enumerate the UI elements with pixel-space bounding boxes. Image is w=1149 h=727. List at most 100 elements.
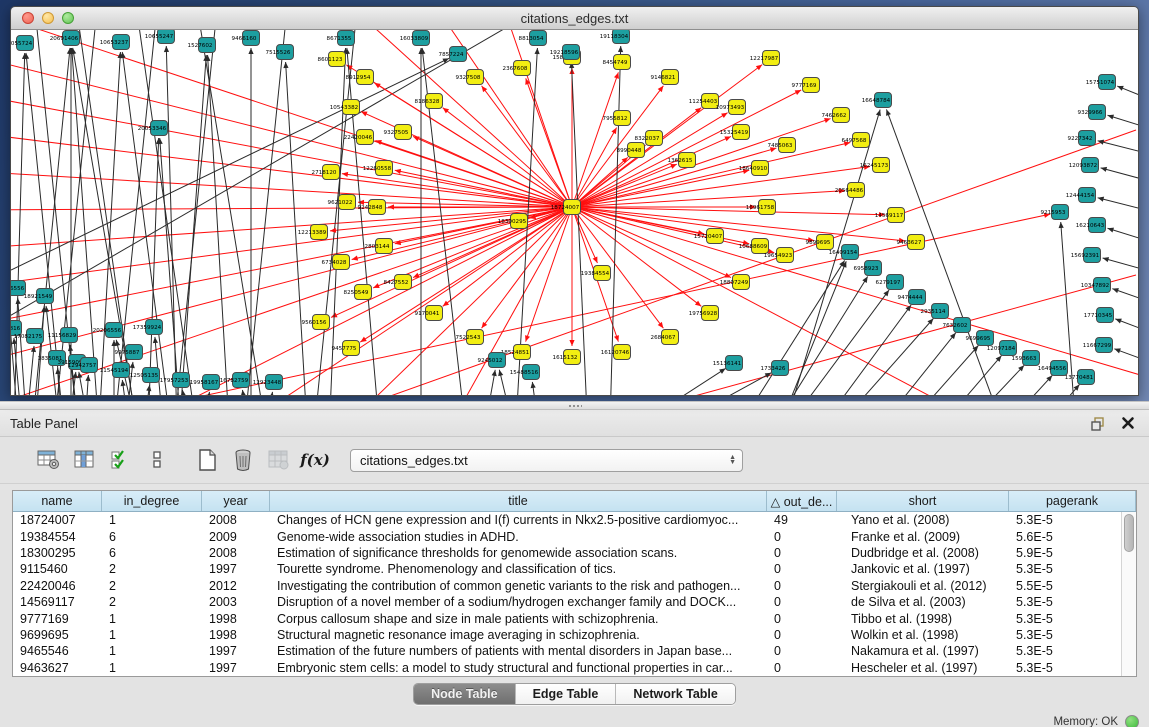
table-cell: Yano et al. (2008) <box>837 513 1009 527</box>
svg-text:10653237: 10653237 <box>100 40 129 46</box>
table-row[interactable]: 1456911722003Disruption of a novel membe… <box>13 594 1121 610</box>
svg-text:9699695: 9699695 <box>966 336 991 342</box>
svg-text:9975887: 9975887 <box>115 350 140 356</box>
table-cell: 1 <box>102 513 202 527</box>
svg-text:7955812: 7955812 <box>603 116 628 122</box>
svg-text:9242848: 9242848 <box>358 205 383 211</box>
table-row[interactable]: 969969511998Structural magnetic resonanc… <box>13 627 1121 643</box>
scrollbar-thumb[interactable] <box>1124 514 1134 552</box>
svg-text:12942757: 12942757 <box>68 363 97 369</box>
network-view-window[interactable]: citations_edges.txt 18724007169617581864… <box>10 6 1139 396</box>
table-row[interactable]: 946362711997Embryonic stem cells: a mode… <box>13 660 1121 676</box>
table-row[interactable]: 2242004622012Investigating the contribut… <box>13 578 1121 594</box>
column-header-pagerank[interactable]: pagerank <box>1009 491 1136 511</box>
divider-grip-icon <box>568 404 582 409</box>
svg-text:2803144: 2803144 <box>365 244 390 250</box>
svg-text:9457775: 9457775 <box>332 346 357 352</box>
zoom-window-icon[interactable] <box>62 12 74 24</box>
column-header-short[interactable]: short <box>837 491 1009 511</box>
svg-text:9466160: 9466160 <box>232 36 257 42</box>
new-table-icon[interactable] <box>192 446 222 474</box>
close-window-icon[interactable] <box>22 12 34 24</box>
table-cell: 2008 <box>202 546 270 560</box>
table-cell: 22420046 <box>13 579 102 593</box>
table-cell: 5.3E-5 <box>1009 612 1121 626</box>
table-cell: 9777169 <box>13 612 102 626</box>
table-rows: 1872400712008Changes of HCN gene express… <box>13 512 1121 676</box>
network-canvas[interactable]: 1872400716961758186409101532541911254403… <box>11 30 1138 396</box>
table-cell: Dudbridge et al. (2008) <box>837 546 1009 560</box>
table-scrollbar[interactable] <box>1121 512 1136 676</box>
svg-text:10655247: 10655247 <box>145 34 174 40</box>
svg-text:9329966: 9329966 <box>1078 110 1103 116</box>
float-panel-icon[interactable] <box>1087 414 1109 432</box>
table-row[interactable]: 911546021997Tourette syndrome. Phenomeno… <box>13 561 1121 577</box>
svg-text:2718120: 2718120 <box>312 170 337 176</box>
table-cell: 6 <box>102 546 202 560</box>
table-row[interactable]: 1830029562008Estimation of significance … <box>13 545 1121 561</box>
dropdown-stepper-icon: ▲▼ <box>723 455 736 465</box>
column-header-name[interactable]: name <box>13 491 102 511</box>
rows-icon[interactable] <box>142 446 172 474</box>
column-header-title[interactable]: title <box>270 491 767 511</box>
table-cell: 1 <box>102 628 202 642</box>
tab-node-table[interactable]: Node Table <box>414 684 515 704</box>
table-cell: 1997 <box>202 562 270 576</box>
table-row[interactable]: 1872400712008Changes of HCN gene express… <box>13 512 1121 528</box>
network-select-dropdown[interactable]: citations_edges.txt ▲▼ <box>350 449 743 472</box>
close-panel-icon[interactable] <box>1117 414 1139 432</box>
table-cell: Embryonic stem cells: a model to study s… <box>270 661 767 675</box>
table-cell: Changes of HCN gene expression and I(f) … <box>270 513 767 527</box>
svg-text:10688609: 10688609 <box>739 244 768 250</box>
table-row[interactable]: 1938455462009Genome-wide association stu… <box>13 528 1121 544</box>
svg-text:20691406: 20691406 <box>50 36 79 42</box>
svg-text:17957253: 17957253 <box>160 378 189 384</box>
column-header-out_de[interactable]: △ out_de... <box>767 491 837 511</box>
minimize-window-icon[interactable] <box>42 12 54 24</box>
svg-text:12260558: 12260558 <box>363 166 392 172</box>
svg-text:11254403: 11254403 <box>689 99 718 105</box>
function-icon[interactable]: f(x) <box>300 446 330 474</box>
table-cell: 0 <box>767 595 837 609</box>
svg-text:12505135: 12505135 <box>130 373 159 379</box>
table-cell: 2008 <box>202 513 270 527</box>
column-header-year[interactable]: year <box>202 491 270 511</box>
svg-text:9245012: 9245012 <box>478 358 503 364</box>
svg-text:8427552: 8427552 <box>384 280 409 286</box>
table-tabs-row: Node TableEdge TableNetwork Table <box>0 677 1149 711</box>
memory-indicator[interactable] <box>1125 715 1139 727</box>
table-cell: 18724007 <box>13 513 102 527</box>
svg-text:11156829: 11156829 <box>48 333 77 339</box>
table-cell: 5.3E-5 <box>1009 562 1121 576</box>
table-cell: Stergiakouli et al. (2012) <box>837 579 1009 593</box>
svg-text:16961758: 16961758 <box>746 205 775 211</box>
table-settings-icon[interactable] <box>34 446 64 474</box>
svg-text:16245173: 16245173 <box>860 163 889 169</box>
svg-text:1615132: 1615132 <box>553 355 578 361</box>
table-cell: 5.3E-5 <box>1009 628 1121 642</box>
svg-text:12097184: 12097184 <box>987 346 1016 352</box>
svg-text:15136141: 15136141 <box>713 361 742 367</box>
node-table: namein_degreeyeartitle△ out_de...shortpa… <box>12 490 1137 677</box>
svg-text:9621022: 9621022 <box>328 200 353 206</box>
table-row[interactable]: 946554611997Estimation of the future num… <box>13 643 1121 659</box>
svg-text:19654923: 19654923 <box>764 253 793 259</box>
select-all-icon[interactable] <box>106 446 136 474</box>
window-titlebar[interactable]: citations_edges.txt <box>11 7 1138 30</box>
svg-text:16648784: 16648784 <box>862 98 891 104</box>
svg-text:6958923: 6958923 <box>854 266 879 272</box>
table-row[interactable]: 977716911998Corpus callosum shape and si… <box>13 610 1121 626</box>
tab-network-table[interactable]: Network Table <box>616 684 735 704</box>
table-cell: 1 <box>102 612 202 626</box>
table-cell: 0 <box>767 644 837 658</box>
tab-edge-table[interactable]: Edge Table <box>516 684 617 704</box>
svg-text:19756928: 19756928 <box>689 311 718 317</box>
table-cell: 2012 <box>202 579 270 593</box>
delete-table-icon[interactable] <box>228 446 258 474</box>
column-header-in_degree[interactable]: in_degree <box>102 491 202 511</box>
svg-text:7522543: 7522543 <box>456 335 481 341</box>
network-graph[interactable]: 1872400716961758186409101532541911254403… <box>11 30 1138 396</box>
show-columns-icon[interactable] <box>70 446 100 474</box>
panel-resize-divider[interactable] <box>0 401 1149 410</box>
svg-text:8990448: 8990448 <box>617 148 642 154</box>
